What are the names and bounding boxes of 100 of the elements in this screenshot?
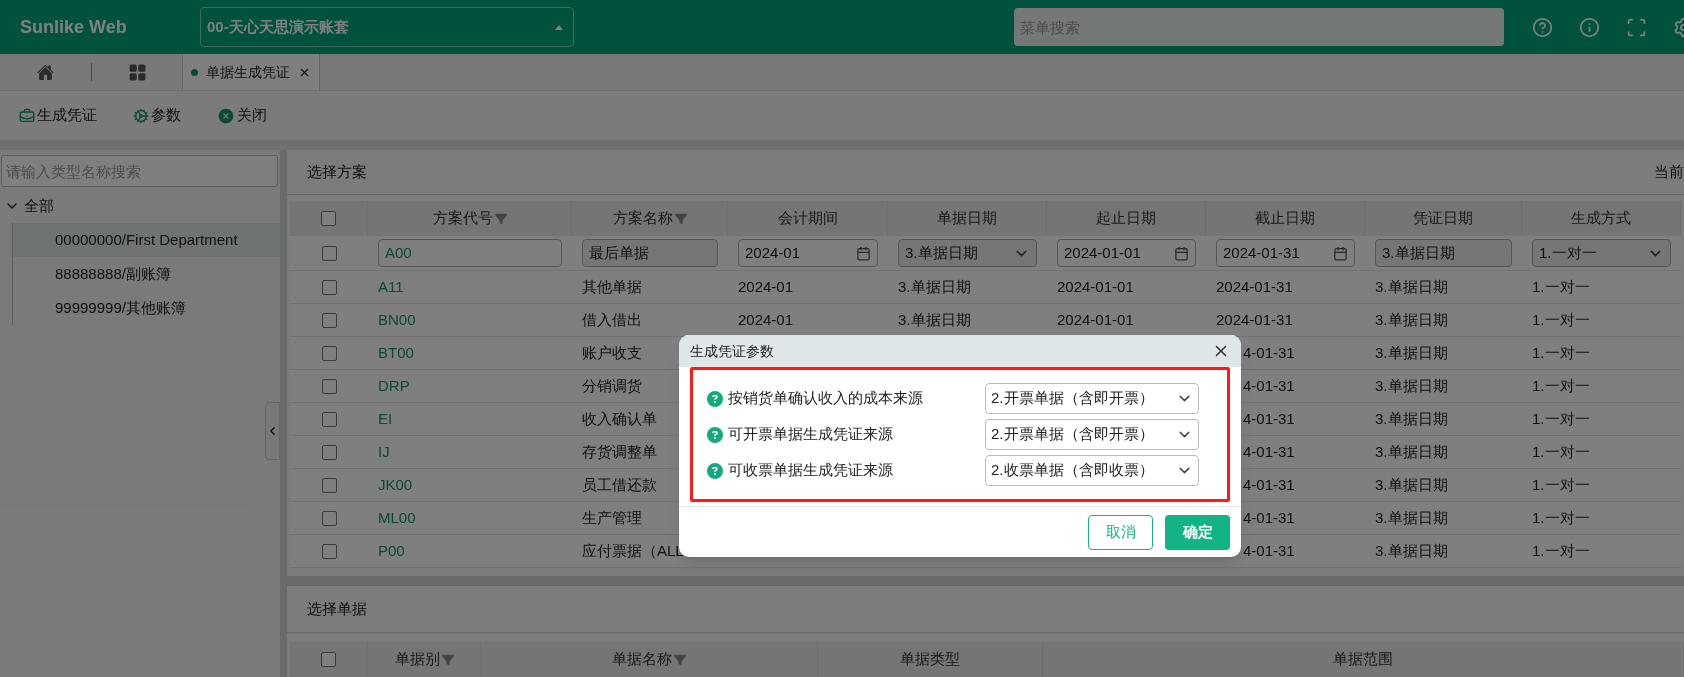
tree-item[interactable]: 00000000/First Department (12, 223, 280, 257)
checkbox[interactable] (321, 312, 337, 328)
filter-field[interactable]: 最后单据 (582, 239, 718, 267)
table-cell: 2024-01-31 (1216, 277, 1293, 295)
table-cell: 1.一对一 (1532, 541, 1590, 559)
filter-icon[interactable] (674, 653, 686, 666)
scheme-code-link[interactable]: A11 (378, 277, 404, 295)
home-icon[interactable] (37, 63, 54, 81)
checkbox[interactable] (321, 211, 336, 226)
filter-icon[interactable] (441, 653, 454, 666)
table-cell: 4-01-31 (1243, 475, 1295, 493)
table-cell: 4-01-31 (1243, 409, 1295, 427)
help-icon[interactable] (1532, 16, 1553, 38)
briefcase-icon (19, 107, 35, 124)
column-header[interactable]: 单据范围 (1043, 642, 1684, 677)
scheme-code-link[interactable]: DRP (378, 376, 410, 394)
checkbox[interactable] (321, 411, 337, 427)
help-icon[interactable] (707, 426, 723, 443)
column-header[interactable]: 方案代号 (368, 201, 572, 236)
help-icon[interactable] (707, 390, 723, 407)
column-header[interactable]: 单据名称 (481, 642, 818, 677)
checkbox[interactable] (321, 279, 337, 295)
scheme-code-link[interactable]: BT00 (378, 343, 414, 361)
scheme-code-link[interactable]: P00 (378, 541, 405, 559)
fullscreen-icon[interactable] (1626, 16, 1647, 38)
collapse-handle[interactable] (265, 402, 280, 460)
scheme-code-link[interactable]: ML00 (378, 508, 416, 526)
toolbar-button[interactable]: 参数 (133, 104, 181, 127)
cancel-button[interactable]: 取消 (1088, 514, 1153, 550)
column-header[interactable]: 方案名称 (572, 201, 728, 236)
filter-field[interactable]: 3.单据日期 (1375, 239, 1512, 267)
scheme-code-link[interactable]: IJ (378, 442, 390, 460)
param-label: 可收票单据生成凭证来源 (728, 460, 894, 481)
help-icon[interactable] (707, 462, 723, 479)
table-cell: 3.单据日期 (1375, 508, 1448, 526)
table-cell: 3.单据日期 (898, 310, 971, 328)
caret-up-icon (555, 24, 563, 30)
table-cell: 1.一对一 (1532, 508, 1590, 526)
checkbox[interactable] (321, 444, 337, 460)
checkbox[interactable] (321, 245, 337, 261)
table-cell: 3.单据日期 (1375, 541, 1448, 559)
filter-field[interactable]: A00 (378, 239, 562, 267)
table-cell: 1.一对一 (1532, 409, 1590, 427)
param-select[interactable]: 2.开票单据（含即开票） (985, 419, 1199, 450)
column-header[interactable]: 会计期间 (728, 201, 888, 236)
checkbox[interactable] (321, 378, 337, 394)
table-cell: 3.单据日期 (1375, 475, 1448, 493)
grid-icon[interactable] (128, 62, 147, 82)
column-header[interactable]: 单据日期 (888, 201, 1047, 236)
column-header[interactable]: 凭证日期 (1365, 201, 1522, 236)
table-cell: 账户收支 (582, 343, 642, 361)
table-cell: 2024-01 (738, 310, 794, 328)
scheme-code-link[interactable]: JK00 (378, 475, 413, 493)
toolbar-button[interactable]: 生成凭证 (19, 104, 97, 127)
table-cell: 4-01-31 (1243, 508, 1295, 526)
select-field[interactable]: 3.单据日期 (898, 239, 1037, 267)
table-cell: 3.单据日期 (1375, 343, 1448, 361)
param-select[interactable]: 2.开票单据（含即开票） (985, 383, 1199, 414)
checkbox[interactable] (321, 510, 337, 526)
checkbox[interactable] (321, 477, 337, 493)
account-select[interactable]: 00-天心天思演示账套 (200, 7, 574, 47)
table-cell: 3.单据日期 (1375, 376, 1448, 394)
date-field[interactable]: 2024-01-01 (1057, 239, 1196, 267)
table-cell: 1.一对一 (1532, 343, 1590, 361)
checkbox[interactable] (321, 652, 336, 667)
date-field[interactable]: 2024-01 (738, 239, 878, 267)
tree-item[interactable]: 全部 (0, 189, 280, 223)
table-cell: 应付票据（ALL (582, 541, 684, 559)
tab[interactable]: 单据生成凭证 (182, 54, 320, 90)
table-cell: 4-01-31 (1243, 442, 1295, 460)
date-field[interactable]: 2024-01-31 (1216, 239, 1355, 267)
column-header[interactable]: 截止日期 (1206, 201, 1365, 236)
select-field[interactable]: 1.一对一 (1532, 239, 1671, 267)
calendar-icon (1174, 245, 1189, 261)
param-label: 可开票单据生成凭证来源 (728, 424, 894, 445)
param-select[interactable]: 2.收票单据（含即收票） (985, 455, 1199, 486)
calendar-icon (856, 245, 871, 261)
column-header[interactable]: 起止日期 (1047, 201, 1206, 236)
scheme-code-link[interactable]: EI (378, 409, 393, 427)
table-cell: 收入确认单 (582, 409, 657, 427)
table-cell: 员工借还款 (582, 475, 657, 493)
table-cell: 1.一对一 (1532, 475, 1590, 493)
column-header[interactable]: 生成方式 (1522, 201, 1681, 236)
checkbox[interactable] (321, 345, 337, 361)
column-header[interactable]: 单据别 (368, 642, 481, 677)
gear-icon (133, 107, 149, 124)
confirm-button[interactable]: 确定 (1165, 514, 1230, 550)
checkbox[interactable] (321, 543, 337, 559)
table-cell: 2024-01-01 (1057, 310, 1134, 328)
table-cell: 4-01-31 (1243, 541, 1295, 559)
table-cell: 4-01-31 (1243, 376, 1295, 394)
filter-icon[interactable] (494, 212, 507, 225)
column-header[interactable]: 单据类型 (818, 642, 1043, 677)
status-label: 当前 (1654, 161, 1684, 182)
table-cell: 2024-01-31 (1216, 310, 1293, 328)
info-icon[interactable] (1579, 16, 1600, 38)
filter-icon[interactable] (674, 212, 687, 225)
scheme-code-link[interactable]: BN00 (378, 310, 416, 328)
toolbar-button[interactable]: 关闭 (217, 104, 267, 127)
table-cell: 其他单据 (582, 277, 642, 295)
